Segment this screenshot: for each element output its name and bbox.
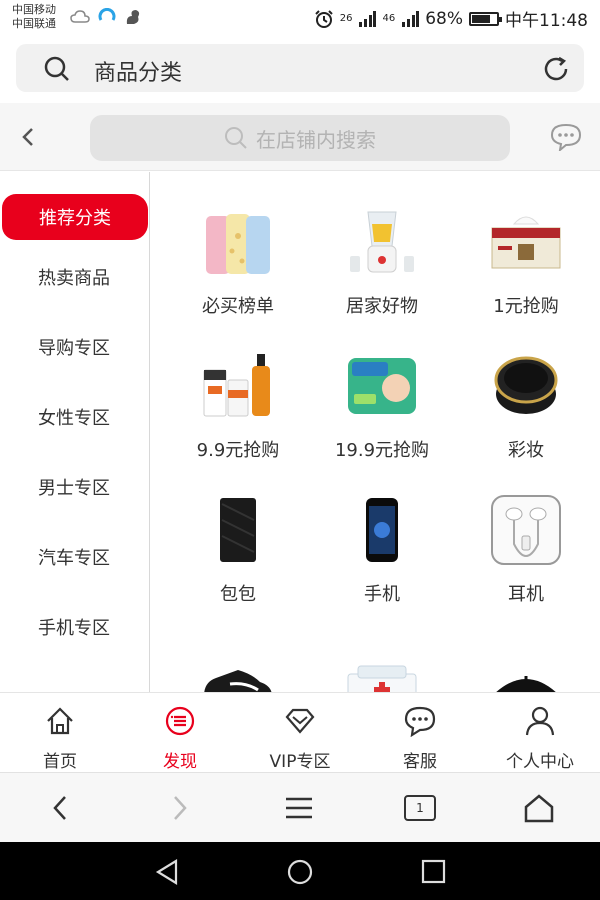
- carrier-info: 中国移动 中国联通: [12, 3, 56, 31]
- category-label: 1元抢购: [493, 296, 559, 317]
- chat-bubble-icon: [404, 706, 436, 737]
- carrier-1: 中国移动: [12, 3, 56, 16]
- battery-percent: 68%: [425, 8, 463, 29]
- carrier-2: 中国联通: [12, 17, 56, 30]
- sidebar-item-hot[interactable]: 热卖商品: [0, 254, 148, 300]
- category-item[interactable]: 彩妆: [454, 316, 598, 461]
- category-item[interactable]: 耳机: [454, 460, 598, 605]
- squirrel-icon: [126, 10, 140, 24]
- diamond-icon: [285, 708, 315, 734]
- network-type-1: 26: [339, 13, 353, 24]
- category-item[interactable]: 19.9元抢购: [310, 316, 454, 461]
- home-circle-icon[interactable]: [285, 858, 315, 888]
- medicine-box-image: [347, 665, 417, 692]
- clock: 中午11:48: [505, 11, 588, 31]
- tab-discover[interactable]: 发现: [120, 703, 240, 772]
- battery-icon: [469, 11, 502, 26]
- bottom-tab-bar: 首页 发现 VIP专区 客服 个人中心: [0, 692, 600, 772]
- category-item[interactable]: 手机: [310, 460, 454, 605]
- alarm-icon: [315, 9, 333, 28]
- sidebar-item-guide[interactable]: 导购专区: [0, 324, 148, 370]
- sidebar-item-car[interactable]: 汽车专区: [0, 534, 148, 580]
- network-type-2: 46: [382, 13, 396, 24]
- browser-address-bar[interactable]: 商品分类: [16, 44, 584, 92]
- tab-profile[interactable]: 个人中心: [480, 703, 600, 772]
- sneaker-image: [204, 670, 272, 692]
- home-icon: [47, 707, 73, 735]
- address-query[interactable]: 商品分类: [94, 55, 182, 87]
- category-label: 19.9元抢购: [334, 440, 430, 461]
- category-item[interactable]: [454, 604, 598, 692]
- category-sidebar: 推荐分类 热卖商品 导购专区 女性专区 男士专区 汽车专区 手机专区: [0, 172, 150, 692]
- forward-arrow-icon[interactable]: [168, 793, 192, 823]
- tab-profile-label: 个人中心: [506, 752, 574, 772]
- tab-vip-label: VIP专区: [269, 752, 331, 772]
- status-right: 26 46 68% 中午11:48: [314, 6, 588, 31]
- discover-icon: [165, 706, 195, 736]
- smartphone-image: [366, 498, 398, 562]
- category-label: 耳机: [508, 584, 544, 605]
- tab-vip[interactable]: VIP专区: [240, 703, 360, 772]
- store-search-input[interactable]: 在店铺内搜索: [90, 115, 510, 161]
- browser-toolbar: 1: [0, 772, 600, 842]
- home-icon[interactable]: [522, 793, 556, 825]
- reload-icon[interactable]: [542, 56, 570, 82]
- tab-home[interactable]: 首页: [0, 703, 120, 772]
- sidebar-item-men[interactable]: 男士专区: [0, 464, 148, 510]
- umbrella-image: [496, 676, 556, 692]
- tab-home-label: 首页: [43, 752, 77, 772]
- back-icon[interactable]: [18, 125, 38, 149]
- category-item[interactable]: 必买榜单: [166, 172, 310, 317]
- sidebar-item-phone[interactable]: 手机专区: [0, 604, 148, 650]
- category-item[interactable]: 1元抢购: [454, 172, 598, 317]
- sidebar-item-recommended[interactable]: 推荐分类: [2, 194, 148, 240]
- store-header: 在店铺内搜索: [0, 103, 600, 171]
- status-bar: 中国移动 中国联通 26 46 68% 中午11:48: [0, 0, 600, 36]
- back-triangle-icon[interactable]: [154, 858, 180, 886]
- sidebar-item-women[interactable]: 女性专区: [0, 394, 148, 440]
- category-label: 必买榜单: [202, 296, 274, 317]
- category-item[interactable]: 包包: [166, 460, 310, 605]
- tab-service[interactable]: 客服: [360, 703, 480, 772]
- tab-discover-label: 发现: [163, 752, 197, 772]
- signal-icon: [359, 10, 377, 27]
- user-icon: [525, 706, 555, 736]
- search-icon: [225, 127, 247, 149]
- category-item[interactable]: 居家好物: [310, 172, 454, 317]
- search-icon[interactable]: [44, 56, 70, 82]
- tab-service-label: 客服: [403, 752, 437, 772]
- cloud-icon: [70, 10, 90, 23]
- store-search-placeholder: 在店铺内搜索: [256, 127, 376, 152]
- earphones-image: [491, 495, 561, 565]
- category-label: 彩妆: [508, 440, 544, 461]
- android-navigation-bar: [0, 842, 600, 900]
- category-label: 9.9元抢购: [196, 440, 280, 461]
- tissue-box-image: [491, 216, 561, 269]
- wallet-image: [220, 498, 256, 562]
- notification-icons: [70, 8, 142, 26]
- diapers-pack-image: [348, 358, 416, 414]
- category-label: 包包: [220, 584, 256, 605]
- recents-square-icon[interactable]: [420, 858, 448, 886]
- category-label: 手机: [364, 584, 400, 605]
- category-item[interactable]: 9.9元抢购: [166, 316, 310, 461]
- sidebar-item-partial[interactable]: [0, 674, 148, 692]
- skincare-bottles-image: [203, 354, 270, 417]
- spinner-icon: [98, 8, 116, 21]
- signal-icon: [402, 10, 420, 27]
- chat-icon[interactable]: [550, 123, 582, 151]
- cushion-compact-image: [494, 356, 558, 414]
- baby-clothes-image: [206, 214, 270, 274]
- back-arrow-icon[interactable]: [48, 793, 72, 823]
- category-item[interactable]: [310, 604, 454, 692]
- category-label: 居家好物: [346, 296, 418, 317]
- tabs-icon[interactable]: 1: [404, 795, 436, 821]
- category-grid: 必买榜单 居家好物 1元抢购 9.9元抢购 19.9元抢购 彩妆 包包 手机 耳…: [160, 172, 600, 692]
- menu-icon[interactable]: [284, 793, 314, 823]
- category-item[interactable]: [166, 604, 310, 692]
- blender-image: [350, 211, 414, 273]
